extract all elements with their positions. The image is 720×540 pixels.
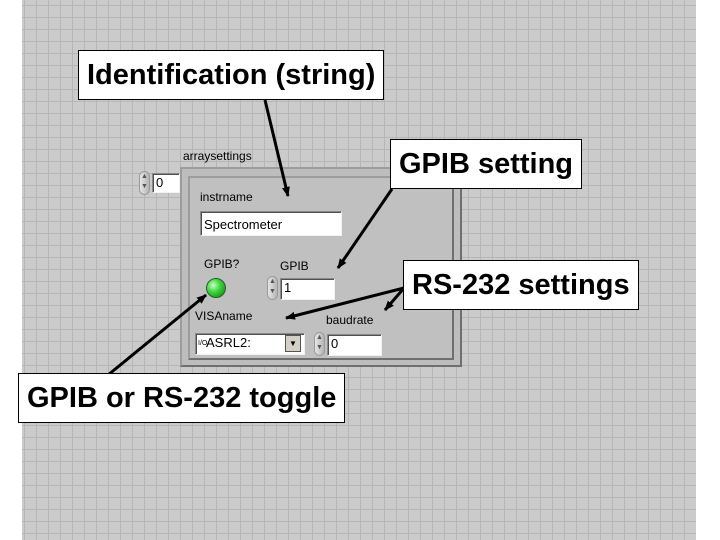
callout-rs232-settings: RS-232 settings xyxy=(403,260,639,310)
arrow-gpib-setting xyxy=(336,188,394,269)
arrow-identification xyxy=(263,99,290,197)
arrow-rs232-visa xyxy=(285,286,405,320)
arrow-toggle xyxy=(107,293,207,377)
callout-identification: Identification (string) xyxy=(78,50,385,100)
callout-gpib-setting: GPIB setting xyxy=(390,139,583,189)
callout-toggle: GPIB or RS-232 toggle xyxy=(18,373,346,423)
